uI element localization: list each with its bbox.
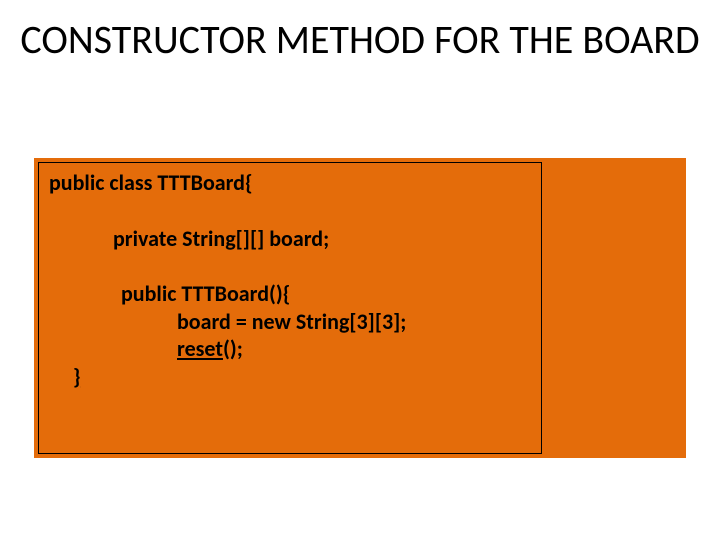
code-block: public class TTTBoard{ private String[][… [38,162,542,454]
reset-method-name: reset [177,335,223,362]
code-line-close-brace: } [49,363,531,391]
code-line-constructor-decl: public TTTBoard(){ [49,280,531,308]
code-line-reset-call: reset(); [49,335,531,363]
blank-line [49,252,531,280]
blank-line [49,197,531,225]
code-line-assign: board = new String[3][3]; [49,308,531,336]
reset-method-parens: (); [223,335,243,362]
code-line-class-decl: public class TTTBoard{ [49,169,531,197]
slide: CONSTRUCTOR METHOD FOR THE BOARD public … [0,0,720,540]
code-line-field-decl: private String[][] board; [49,225,531,253]
slide-title: CONSTRUCTOR METHOD FOR THE BOARD [0,18,720,62]
